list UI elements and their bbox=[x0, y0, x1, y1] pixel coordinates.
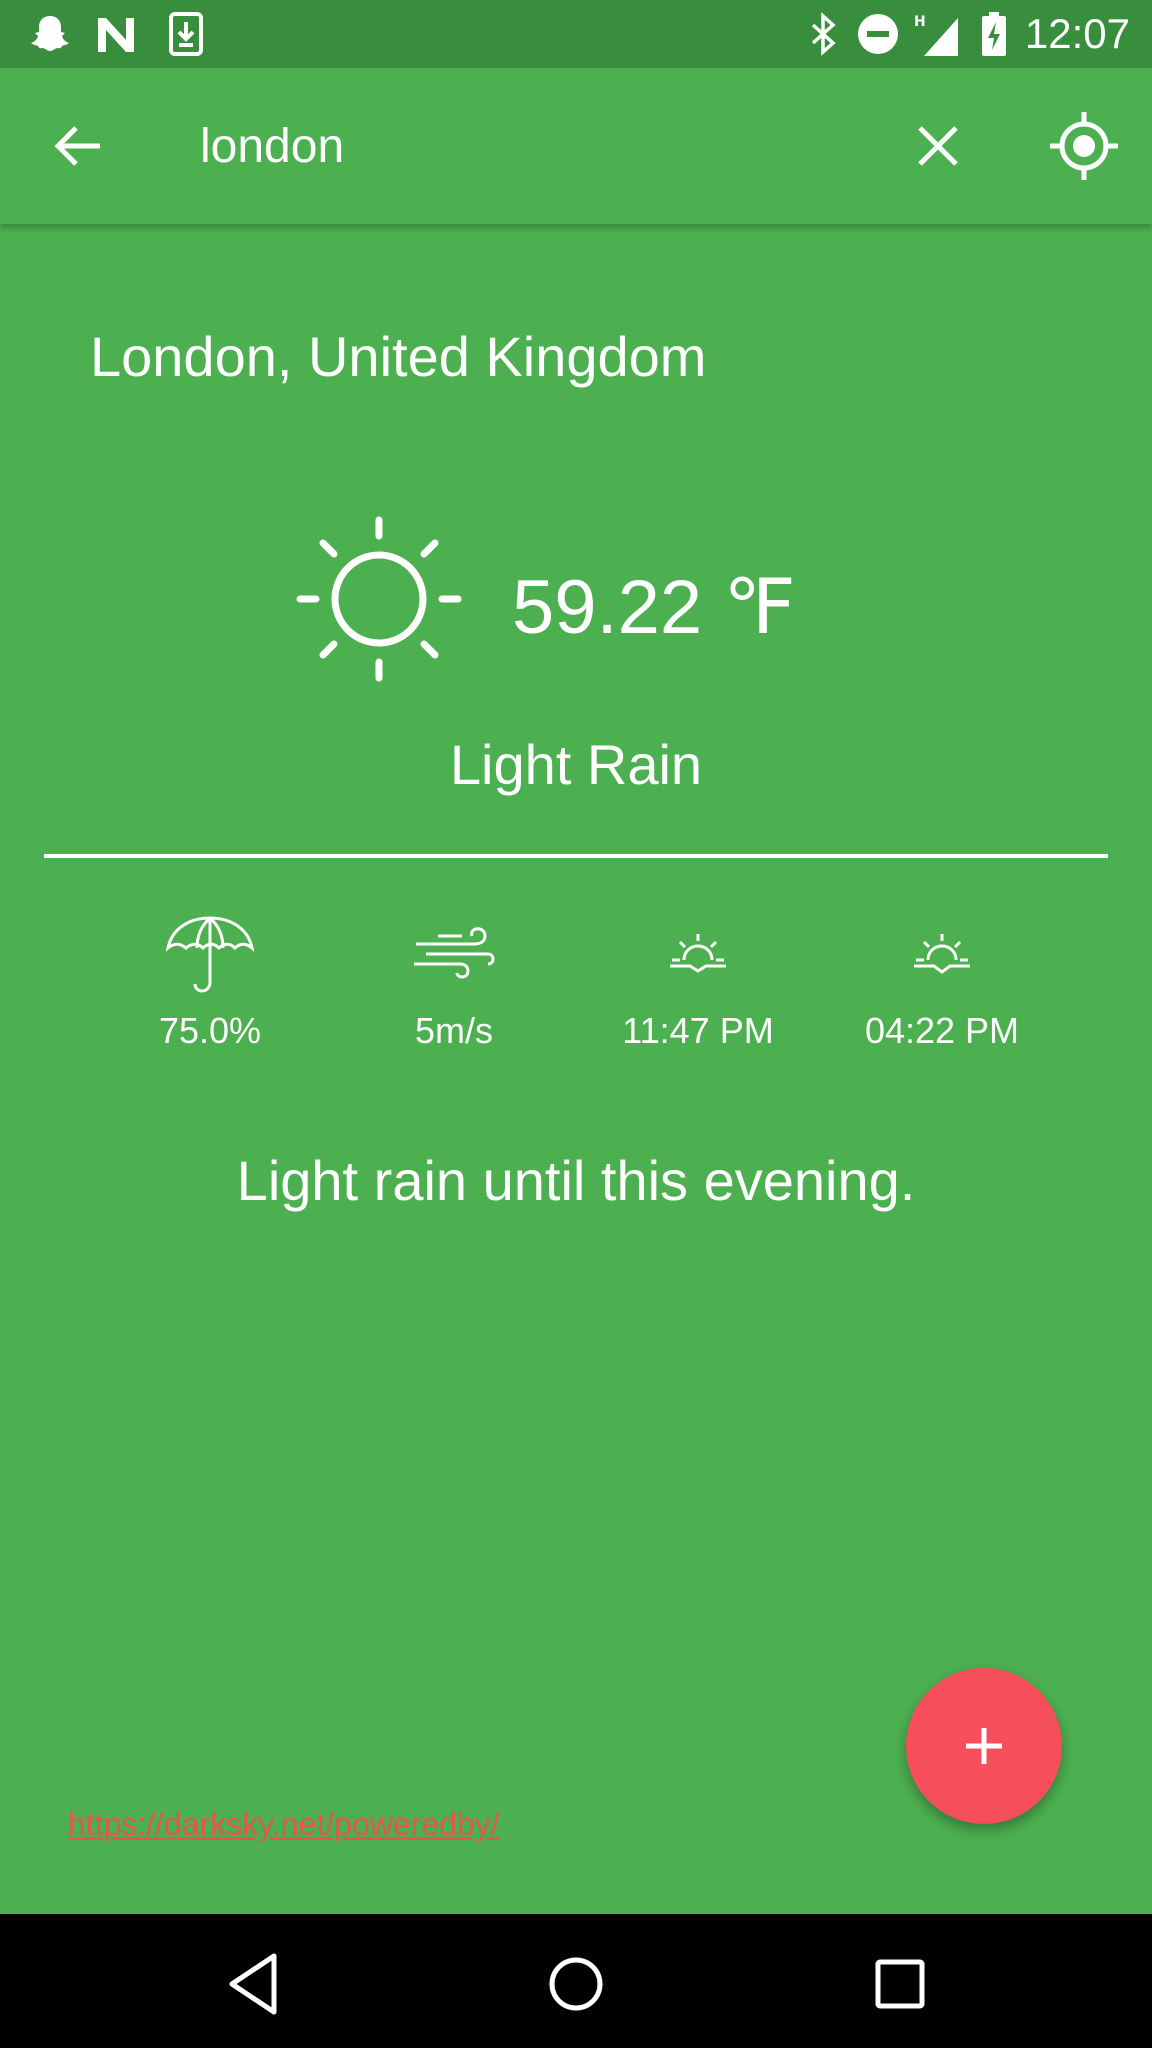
plus-icon bbox=[966, 1728, 1002, 1764]
add-location-button[interactable] bbox=[906, 1668, 1062, 1824]
temperature: 59.22 ℉ bbox=[512, 565, 796, 650]
close-icon bbox=[918, 126, 958, 166]
sun-icon bbox=[296, 516, 462, 682]
search-input[interactable] bbox=[200, 104, 880, 188]
location-name: London, United Kingdom bbox=[90, 325, 707, 388]
clear-search-button[interactable] bbox=[900, 108, 976, 184]
signal-h-icon: H bbox=[914, 14, 958, 56]
daily-summary: Light rain until this evening. bbox=[236, 1149, 916, 1212]
umbrella-icon bbox=[165, 916, 255, 993]
app-bar bbox=[0, 68, 1152, 224]
navigation-bar bbox=[0, 1914, 1152, 2048]
status-clock: 12:07 bbox=[1024, 10, 1130, 57]
bluetooth-icon bbox=[811, 12, 836, 56]
sunset-value: 04:22 PM bbox=[864, 1010, 1020, 1051]
nav-home-button[interactable] bbox=[536, 1944, 616, 2024]
wind-detail: 5m/s bbox=[334, 914, 574, 1052]
powered-by-link[interactable]: https://darksky.net/poweredby/ bbox=[68, 1806, 500, 1843]
sunrise-detail: 11:47 PM bbox=[578, 914, 818, 1052]
precipitation-value: 75.0% bbox=[158, 1010, 262, 1051]
divider bbox=[44, 854, 1108, 858]
wind-icon bbox=[414, 927, 495, 979]
triangle-back-icon bbox=[229, 1953, 277, 2015]
wind-value: 5m/s bbox=[414, 1010, 493, 1051]
arrow-back-icon bbox=[54, 126, 100, 166]
sunrise-icon bbox=[670, 934, 726, 973]
sunrise-value: 11:47 PM bbox=[622, 1010, 774, 1051]
nav-recents-button[interactable] bbox=[860, 1944, 940, 2024]
svg-text:H: H bbox=[914, 14, 926, 30]
status-bar: H 12:07 bbox=[0, 0, 1152, 68]
back-button[interactable] bbox=[40, 108, 116, 184]
square-recents-icon bbox=[875, 1959, 925, 2009]
snapchat-icon bbox=[31, 16, 69, 51]
my-location-button[interactable] bbox=[1046, 108, 1122, 184]
do-not-disturb-icon bbox=[858, 14, 898, 54]
download-icon bbox=[169, 12, 203, 56]
battery-charging-icon bbox=[982, 12, 1006, 56]
sunset-icon bbox=[914, 934, 970, 974]
circle-home-icon bbox=[549, 1957, 603, 2011]
weather-details: 75.0% 5m/s 11:47 PM 04:22 PM bbox=[90, 914, 1090, 1064]
sunset-detail: 04:22 PM bbox=[822, 914, 1062, 1052]
n-logo-icon bbox=[98, 18, 134, 52]
nav-back-button[interactable] bbox=[214, 1944, 294, 2024]
weather-summary: Light Rain bbox=[449, 733, 703, 796]
my-location-icon bbox=[1050, 112, 1118, 180]
precipitation-detail: 75.0% bbox=[90, 914, 330, 1052]
